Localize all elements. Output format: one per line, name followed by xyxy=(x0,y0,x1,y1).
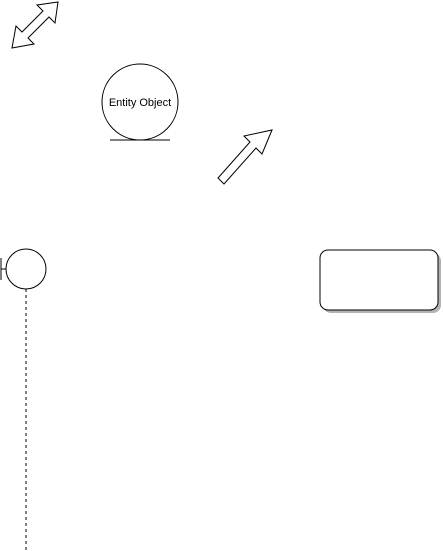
rounded-rectangle-body xyxy=(319,249,439,311)
boundary-lifeline[interactable] xyxy=(0,248,47,551)
single-arrow-shape[interactable] xyxy=(217,129,273,185)
diagram-canvas: Entity Object xyxy=(0,1,441,551)
double-arrow-shape[interactable] xyxy=(11,1,59,49)
entity-object[interactable]: Entity Object xyxy=(101,63,179,141)
boundary-circle xyxy=(5,248,47,290)
entity-label: Entity Object xyxy=(109,97,171,109)
rounded-rectangle[interactable] xyxy=(319,249,441,313)
